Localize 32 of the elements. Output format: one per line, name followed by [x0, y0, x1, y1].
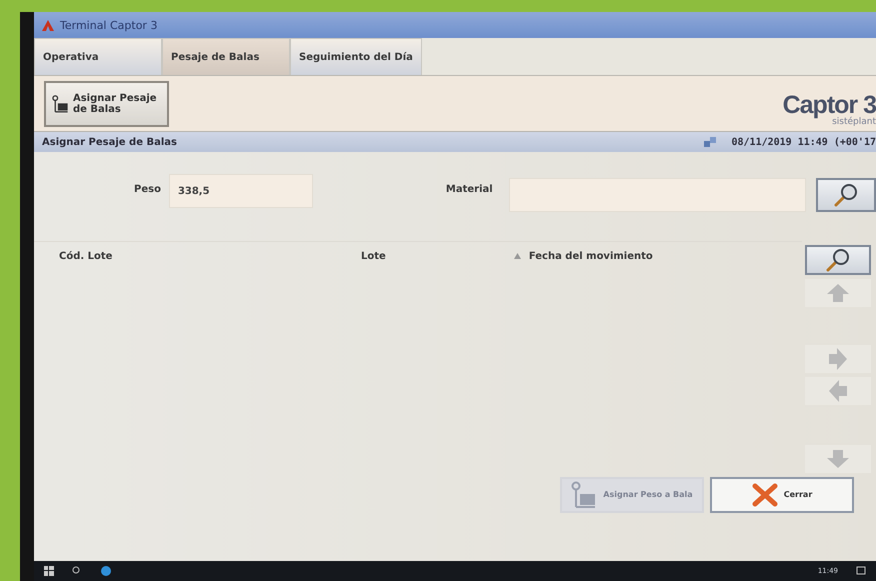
close-button[interactable]: Cerrar	[710, 476, 854, 513]
tab[interactable]: Seguimiento del Día	[290, 38, 422, 75]
browser-icon[interactable]	[100, 565, 112, 577]
column-header[interactable]: Cód. Lote	[59, 251, 112, 262]
search-icon	[833, 183, 860, 207]
search-button[interactable]	[805, 244, 871, 275]
weight-field[interactable]: 338,5	[168, 174, 313, 208]
timestamp: 08/11/2019 11:49 (+00'17	[732, 136, 876, 148]
column-header[interactable]: Fecha del movimiento	[528, 251, 653, 262]
search-icon[interactable]	[72, 566, 82, 576]
app-logo-icon	[42, 20, 54, 30]
left-arrow-icon	[828, 378, 848, 403]
tab[interactable]: Operativa	[34, 38, 162, 75]
tab[interactable]: Pesaje de Balas	[162, 38, 290, 75]
field-label: Material	[446, 184, 493, 195]
section-title: Asignar Pesaje de Balas	[42, 136, 177, 148]
window-title: Terminal Captor 3	[60, 18, 158, 32]
scale-icon	[571, 480, 598, 509]
field-label: Peso	[134, 184, 161, 195]
assign-weighing-button[interactable]: Asignar Pesaje de Balas	[44, 80, 169, 126]
logo-text: Captor 3	[782, 90, 876, 118]
up-arrow-icon	[826, 282, 850, 303]
search-button[interactable]	[816, 178, 876, 212]
notification-icon[interactable]	[856, 566, 866, 576]
down-arrow-icon	[826, 448, 850, 469]
search-icon	[825, 248, 851, 272]
network-icon	[704, 137, 716, 147]
logo-tagline: sistéplant	[832, 116, 876, 126]
right-arrow-icon	[828, 346, 848, 371]
close-icon	[752, 482, 778, 507]
start-icon	[44, 566, 54, 576]
column-header[interactable]: Lote	[361, 251, 386, 262]
